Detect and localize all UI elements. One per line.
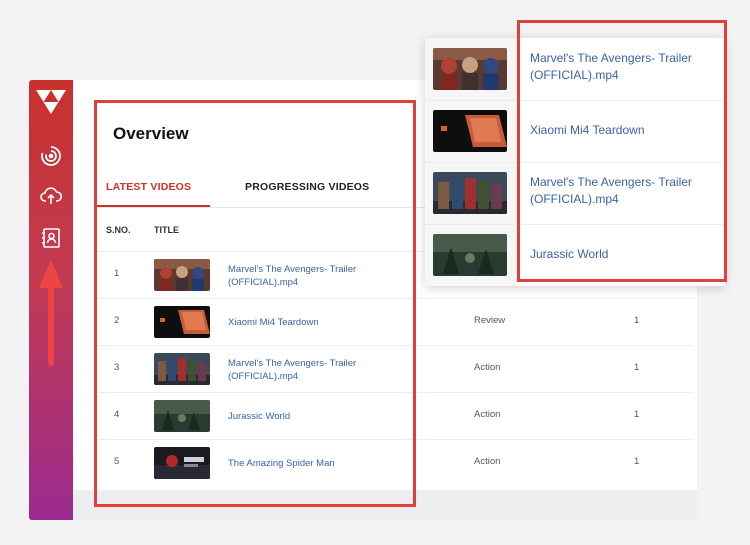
table-row[interactable]: 2 Xiaomi Mi4 Teardown Review 1 [94,298,694,346]
video-title-link[interactable]: Xiaomi Mi4 Teardown [228,316,368,329]
jurassic-world-thumbnail[interactable] [154,400,210,432]
count-cell: 1 [634,315,640,326]
sidebar [29,80,73,520]
progress-spinner-icon[interactable] [39,144,63,168]
contacts-icon[interactable] [39,226,63,250]
genre-cell: Review [474,315,506,326]
video-title-link[interactable]: Marvel's The Avengers- Trailer (OFFICIAL… [228,357,368,383]
table-row[interactable]: 3 Marvel's The Avengers- Trailer (OFFICI… [94,345,694,393]
video-title-link[interactable]: The Amazing Spider Man [228,457,368,470]
genre-cell: Action [474,362,501,373]
count-cell: 1 [634,362,640,373]
popup-video-title[interactable]: Marvel's The Avengers- Trailer (OFFICIAL… [530,174,710,208]
panel-footer [73,490,697,520]
table-row[interactable]: 5 The Amazing Spider Man Action 1 [94,439,694,487]
xiaomi-thumbnail[interactable] [154,306,210,338]
list-item[interactable]: Marvel's The Avengers- Trailer (OFFICIAL… [425,162,725,225]
avengers-group-thumbnail[interactable] [154,353,210,385]
genre-cell: Action [474,456,501,467]
row-sno: 4 [114,409,120,420]
logo-icon[interactable] [34,86,68,116]
tab-progressing-videos[interactable]: PROGRESSING VIDEOS [245,181,369,193]
avengers-thumbnail[interactable] [433,48,507,90]
tab-latest-videos[interactable]: LATEST VIDEOS [106,181,191,193]
annotation-arrow-icon [36,258,66,368]
spiderman-thumbnail[interactable] [154,447,210,479]
genre-cell: Action [474,409,501,420]
popup-video-title[interactable]: Marvel's The Avengers- Trailer (OFFICIAL… [530,50,710,84]
list-item[interactable]: Marvel's The Avengers- Trailer (OFFICIAL… [425,38,725,101]
row-sno: 3 [114,362,120,373]
row-sno: 2 [114,315,120,326]
video-title-link[interactable]: Marvel's The Avengers- Trailer (OFFICIAL… [228,263,368,289]
popup-video-title[interactable]: Xiaomi Mi4 Teardown [530,122,710,139]
avengers-thumbnail[interactable] [154,259,210,291]
video-title-link[interactable]: Jurassic World [228,410,368,423]
avengers-group-thumbnail[interactable] [433,172,507,214]
popup-video-title[interactable]: Jurassic World [530,246,710,263]
column-header-title: TITLE [154,225,179,235]
table-row[interactable]: 4 Jurassic World Action 1 [94,392,694,440]
list-item[interactable]: Xiaomi Mi4 Teardown [425,100,725,163]
row-sno: 1 [114,268,120,279]
page-title: Overview [113,124,189,143]
count-cell: 1 [634,409,640,420]
list-item[interactable]: Jurassic World [425,224,725,286]
video-preview-popup: Marvel's The Avengers- Trailer (OFFICIAL… [425,38,725,286]
cloud-upload-icon[interactable] [39,184,63,208]
column-header-sno: S.NO. [106,225,131,235]
xiaomi-thumbnail[interactable] [433,110,507,152]
count-cell: 1 [634,456,640,467]
row-sno: 5 [114,456,120,467]
jurassic-world-thumbnail[interactable] [433,234,507,276]
